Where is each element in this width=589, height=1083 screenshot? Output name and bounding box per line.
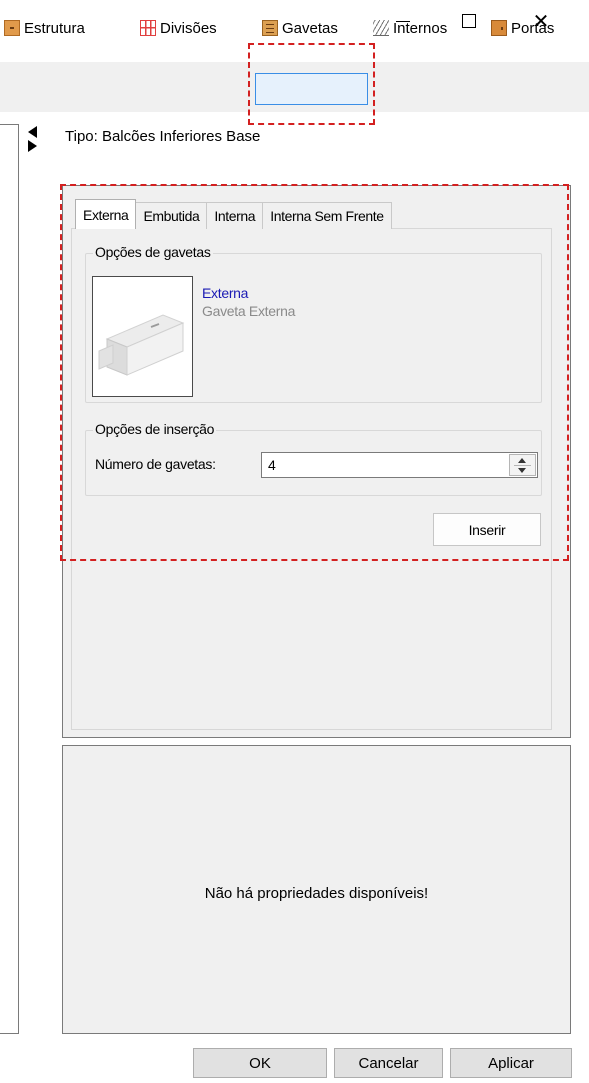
estrutura-icon <box>4 20 20 36</box>
tipo-label: Tipo: Balcões Inferiores Base <box>65 128 261 145</box>
properties-empty-message: Não há propriedades disponíveis! <box>204 885 429 902</box>
divisoes-grid-icon <box>140 20 156 36</box>
tab-externa[interactable]: Externa <box>75 199 137 229</box>
left-tree-panel[interactable] <box>0 124 19 1034</box>
expand-right-icon[interactable] <box>28 140 37 152</box>
toolbar-item-gavetas[interactable]: Gavetas <box>262 15 338 41</box>
gavetas-drawer-icon <box>262 20 278 36</box>
toolbar-item-label: Portas <box>511 19 555 37</box>
toolbar-item-label: Estrutura <box>24 19 85 37</box>
highlight-gavetas <box>248 43 375 125</box>
toolbar-item-label: Divisões <box>160 19 217 37</box>
ok-button[interactable]: OK <box>193 1048 327 1078</box>
cancel-button[interactable]: Cancelar <box>334 1048 443 1078</box>
portas-door-icon <box>491 20 507 36</box>
apply-button[interactable]: Aplicar <box>450 1048 572 1078</box>
toolbar-item-label: Gavetas <box>282 19 338 37</box>
maximize-icon <box>462 14 476 28</box>
toolbar-item-label: Internos <box>393 19 448 37</box>
toolbar-item-internos[interactable]: Internos <box>373 15 447 41</box>
maximize-button[interactable] <box>444 0 494 42</box>
internos-shelves-icon <box>373 20 389 36</box>
collapse-left-icon[interactable] <box>28 126 37 138</box>
toolbar-item-estrutura[interactable]: Estrutura <box>4 15 85 41</box>
toolbar-item-portas[interactable]: Portas <box>491 15 554 41</box>
toolbar-item-divisoes[interactable]: Divisões <box>140 15 217 41</box>
highlight-drawer-options <box>60 184 569 561</box>
